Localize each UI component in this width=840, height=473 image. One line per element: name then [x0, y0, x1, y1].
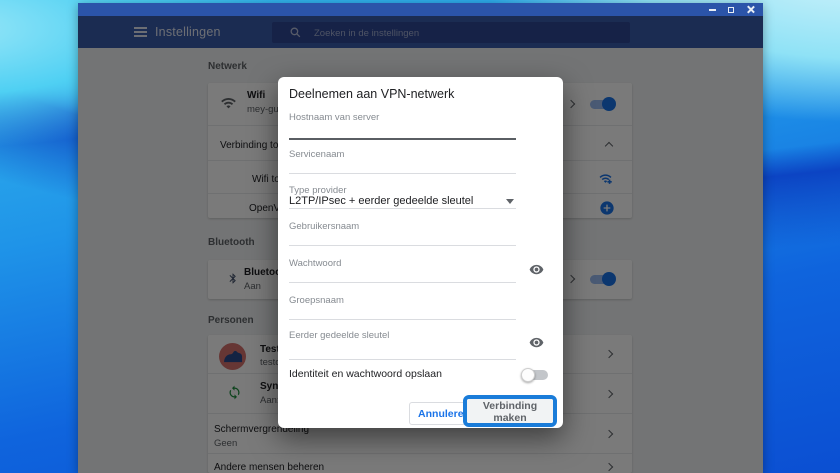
save-identity-toggle[interactable] — [523, 370, 548, 380]
psk-underline — [289, 359, 516, 360]
maximize-button[interactable] — [724, 4, 738, 15]
password-input[interactable] — [289, 268, 516, 282]
minimize-button[interactable] — [705, 4, 719, 15]
username-underline — [289, 245, 516, 246]
maximize-icon — [728, 7, 734, 13]
dropdown-caret-icon — [506, 199, 514, 204]
psk-visibility-icon[interactable] — [529, 335, 544, 350]
password-underline — [289, 282, 516, 283]
group-underline — [289, 319, 516, 320]
window-titlebar — [78, 3, 763, 16]
service-underline — [289, 173, 516, 174]
highlight-annotation-box: Verbinding maken — [463, 395, 557, 427]
hostname-label: Hostnaam van server — [289, 112, 379, 123]
provider-underline — [289, 208, 516, 209]
screen: Instellingen Netwerk Wifi mey-gue — [0, 0, 840, 473]
hostname-input[interactable] — [289, 123, 516, 137]
vpn-dialog: Deelnemen aan VPN-netwerk Hostnaam van s… — [278, 77, 563, 428]
close-button[interactable] — [743, 4, 757, 15]
dialog-title: Deelnemen aan VPN-netwerk — [289, 87, 454, 101]
save-identity-label: Identiteit en wachtwoord opslaan — [289, 368, 442, 380]
group-input[interactable] — [289, 305, 516, 319]
password-visibility-icon[interactable] — [529, 262, 544, 277]
provider-select[interactable]: L2TP/IPsec + eerder gedeelde sleutel — [289, 195, 473, 207]
service-input[interactable] — [289, 159, 516, 173]
hostname-underline — [289, 138, 516, 140]
psk-input[interactable] — [289, 340, 516, 354]
connect-button[interactable]: Verbinding maken — [467, 399, 553, 423]
close-icon — [746, 5, 755, 14]
minimize-icon — [709, 9, 716, 11]
username-input[interactable] — [289, 231, 516, 245]
